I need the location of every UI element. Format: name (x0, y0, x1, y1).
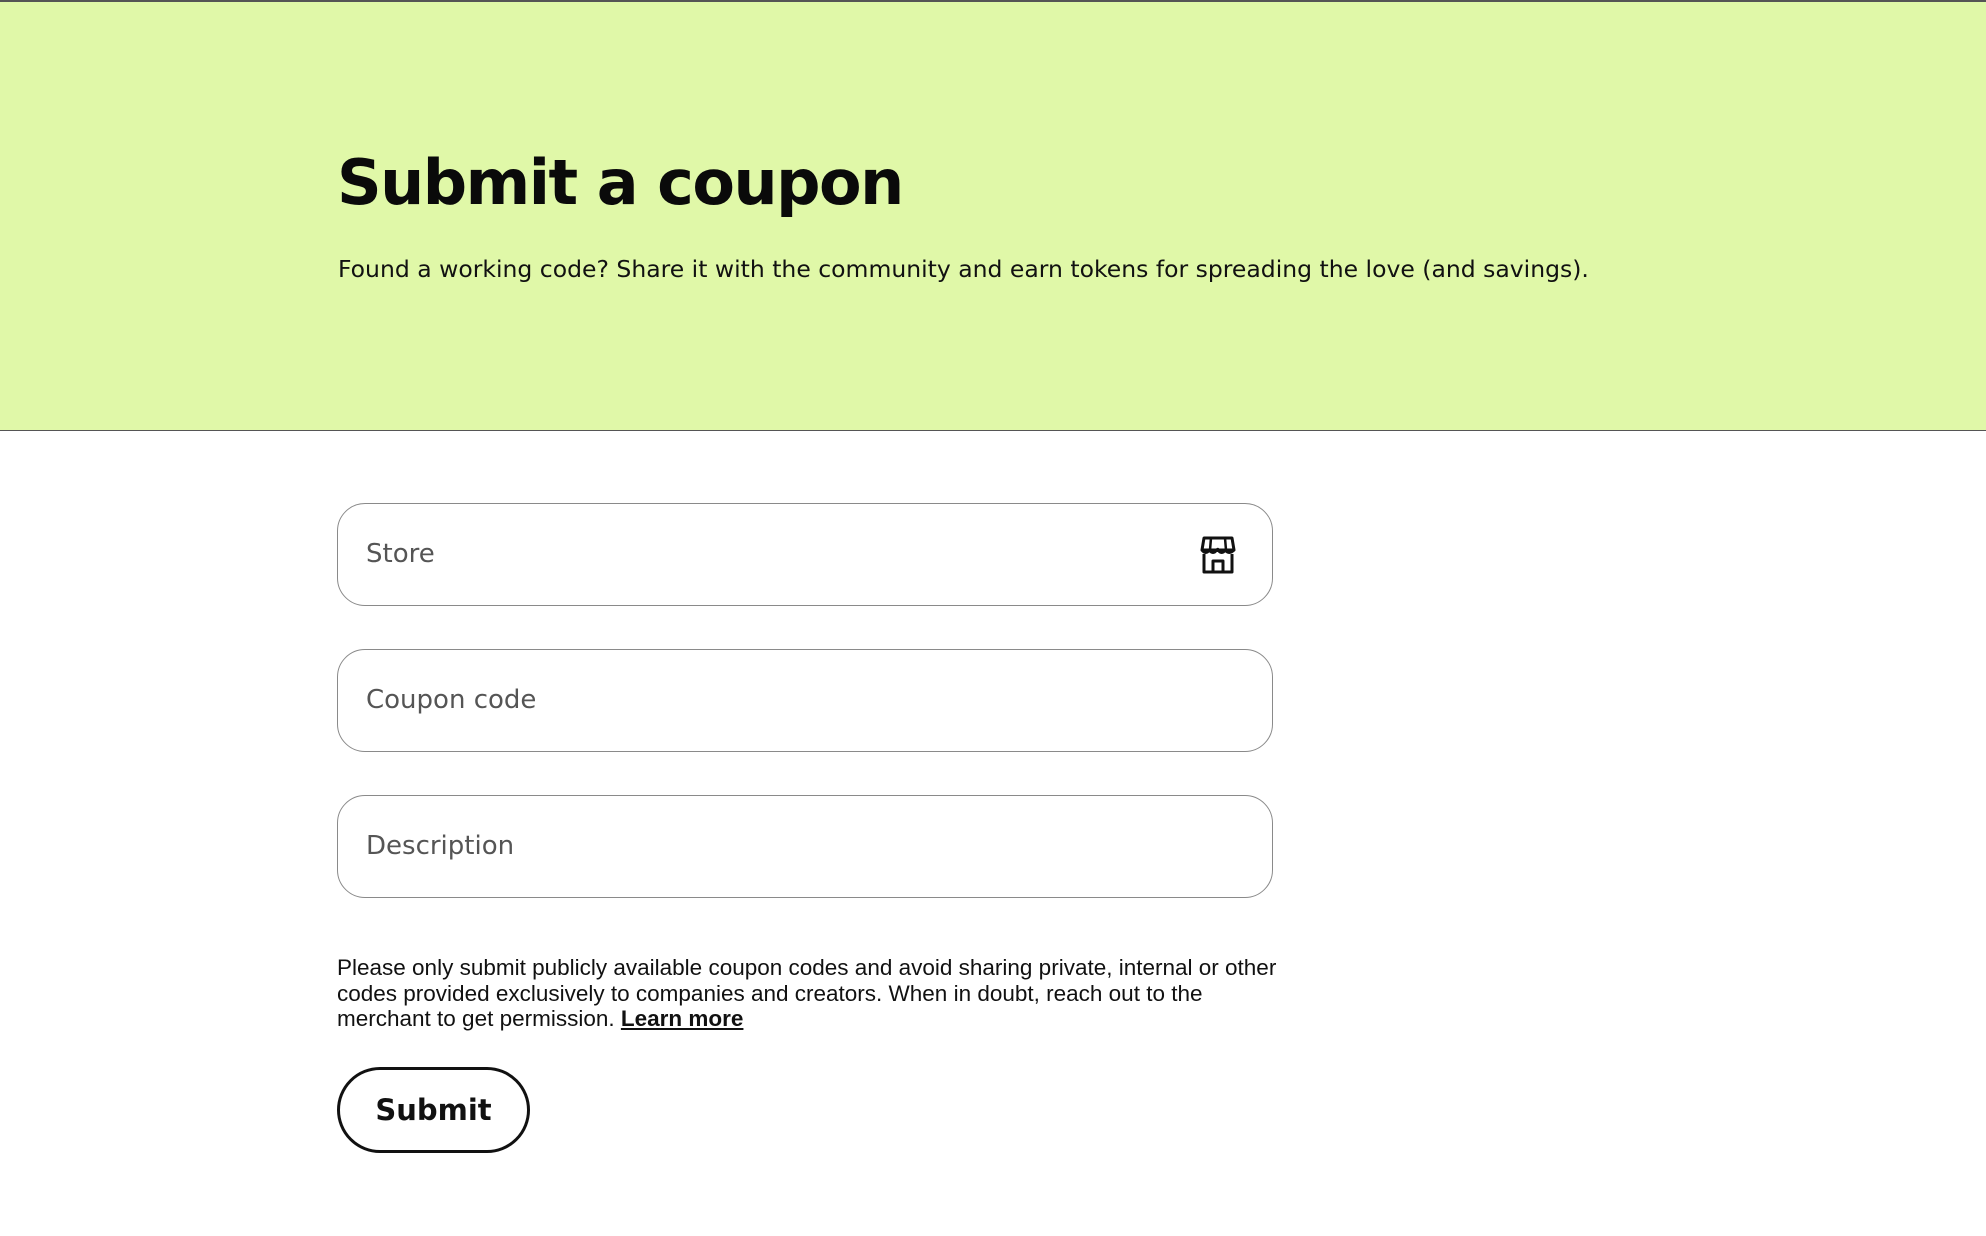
description-field[interactable] (337, 795, 1273, 898)
store-icon (1200, 536, 1236, 574)
store-field[interactable] (337, 503, 1273, 606)
page-subtitle: Found a working code? Share it with the … (338, 255, 1589, 283)
page-title: Submit a coupon (337, 146, 904, 219)
submit-button[interactable]: Submit (337, 1067, 530, 1153)
coupon-code-field[interactable] (337, 649, 1273, 752)
description-input[interactable] (366, 796, 1186, 896)
submission-notice: Please only submit publicly available co… (337, 955, 1277, 1032)
coupon-code-input[interactable] (366, 650, 1186, 750)
store-input[interactable] (366, 504, 1186, 604)
notice-text: Please only submit publicly available co… (337, 955, 1277, 1032)
learn-more-link[interactable]: Learn more (621, 1006, 744, 1031)
hero-banner: Submit a coupon Found a working code? Sh… (0, 0, 1986, 431)
